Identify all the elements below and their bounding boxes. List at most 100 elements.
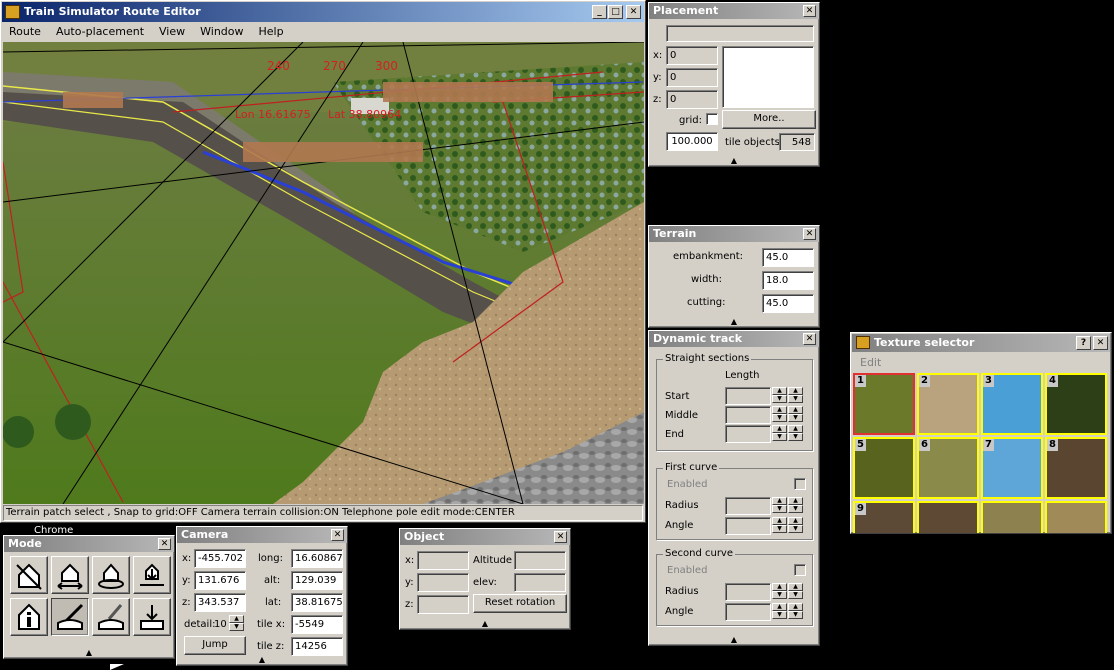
delete-object-button[interactable] [10,556,48,594]
object-title: Object [404,530,445,543]
camera-collapse-arrow[interactable]: ▲ [177,655,347,665]
first-curve-label: First curve [663,462,720,473]
second-curve-radius-spinner[interactable]: ▲ ▼ [772,583,787,600]
route-editor-window: Train Simulator Route Editor _ □ ✕ Route… [0,0,646,523]
terrain-brush-button[interactable] [51,598,89,636]
object-collapse-arrow[interactable]: ▲ [400,619,570,629]
start-spinner-fine[interactable]: ▲ ▼ [788,387,803,404]
texture-selector-title-bar[interactable]: Texture selector ? ✕ [852,334,1110,352]
viewport-3d[interactable]: 240 270 300 Lon 16.61675 Lat 38.80964 [3,42,644,504]
mode-title-bar[interactable]: Mode ✕ [4,536,174,552]
object-close-button[interactable]: ✕ [554,531,567,543]
dynamic-track-title-bar[interactable]: Dynamic track ✕ [649,331,819,347]
placement-title-bar[interactable]: Placement ✕ [649,3,819,19]
placement-collapse-arrow[interactable]: ▲ [649,156,819,166]
rotate-object-button[interactable] [92,556,130,594]
placement-grid-value-input[interactable]: 100.000 [666,132,718,151]
start-spinner[interactable]: ▲ ▼ [772,387,787,404]
reset-rotation-button[interactable]: Reset rotation [473,594,567,613]
texture-tile-9[interactable]: 9 [853,501,915,533]
terrain-collapse-arrow[interactable]: ▲ [649,317,819,327]
placement-name-field [666,25,814,42]
camera-tile-x-input[interactable]: -5549 [291,615,343,634]
first-curve-radius-spinner[interactable]: ▲ ▼ [772,497,787,514]
terrain-title-bar[interactable]: Terrain ✕ [649,226,819,242]
title-bar[interactable]: Train Simulator Route Editor _ □ ✕ [2,2,644,22]
camera-jump-button[interactable]: Jump [184,636,246,655]
menu-view[interactable]: View [159,23,185,41]
terrain-pencil-button[interactable] [92,598,130,636]
embankment-input[interactable]: 45.0 [762,248,814,267]
mode-collapse-arrow[interactable]: ▲ [4,648,174,658]
texture-tile-5[interactable]: 5 [853,437,915,499]
first-curve-radius-spinner-fine[interactable]: ▲ ▼ [788,497,803,514]
camera-title-bar[interactable]: Camera ✕ [177,527,347,543]
placement-close-button[interactable]: ✕ [803,5,816,17]
terrain-close-button[interactable]: ✕ [803,228,816,240]
texture-tile-10[interactable] [917,501,979,533]
terrain-lower-button[interactable] [133,598,171,636]
middle-spinner[interactable]: ▲ ▼ [772,406,787,423]
texture-menu-edit[interactable]: Edit [860,356,881,369]
texture-selector-close-button[interactable]: ✕ [1093,336,1108,350]
camera-detail-spinner[interactable]: ▲ ▼ [229,615,244,632]
second-curve-label: Second curve [663,548,735,559]
placement-z-field: 0 [666,90,718,109]
first-curve-group: First curve Enabled Radius ▲ ▼ ▲ ▼ Angle ▲… [656,462,813,540]
minimize-button[interactable]: _ [592,5,607,19]
placement-grid-checkbox[interactable] [706,113,718,125]
status-text: Terrain patch select , Snap to grid:OFF … [6,507,515,518]
texture-tile-12[interactable] [1045,501,1107,533]
menu-auto-placement[interactable]: Auto-placement [56,23,144,41]
camera-z-input[interactable]: 343.537 [194,593,246,612]
texture-tile-3[interactable]: 3 [981,373,1043,435]
end-length-field [725,425,771,443]
texture-tile-11[interactable] [981,501,1043,533]
object-title-bar[interactable]: Object ✕ [400,529,570,545]
texture-selector-help-button[interactable]: ? [1076,336,1091,350]
second-curve-radius-spinner-fine[interactable]: ▲ ▼ [788,583,803,600]
middle-length-field [725,406,771,424]
end-spinner-fine[interactable]: ▲ ▼ [788,425,803,442]
texture-tile-4[interactable]: 4 [1045,373,1107,435]
width-input[interactable]: 18.0 [762,271,814,290]
mode-close-button[interactable]: ✕ [158,538,171,550]
texture-tile-6[interactable]: 6 [917,437,979,499]
texture-tile-8[interactable]: 8 [1045,437,1107,499]
maximize-button[interactable]: □ [608,5,623,19]
object-z-field [417,595,469,614]
dynamic-track-close-button[interactable]: ✕ [803,333,816,345]
camera-x-input[interactable]: -455.702 [194,549,246,568]
camera-tile-z-input[interactable]: 14256 [291,637,343,656]
second-curve-angle-label: Angle [665,606,694,617]
placement-more-button[interactable]: More.. [722,110,816,129]
dynamic-track-collapse-arrow[interactable]: ▲ [649,635,819,645]
delete-object-icon [16,563,42,590]
info-icon [18,603,40,630]
camera-long-input[interactable]: 16.60867 [291,549,343,568]
camera-close-button[interactable]: ✕ [331,529,344,541]
close-button[interactable]: ✕ [626,5,641,19]
texture-tile-1[interactable]: 1 [853,373,915,435]
first-curve-enabled-checkbox[interactable] [794,478,806,490]
second-curve-angle-spinner[interactable]: ▲ ▼ [772,603,787,620]
first-curve-angle-spinner[interactable]: ▲ ▼ [772,517,787,534]
second-curve-enabled-checkbox[interactable] [794,564,806,576]
cutting-input[interactable]: 45.0 [762,294,814,313]
texture-tile-7[interactable]: 7 [981,437,1043,499]
end-spinner[interactable]: ▲ ▼ [772,425,787,442]
camera-long-label: long: [258,553,283,564]
menu-window[interactable]: Window [200,23,243,41]
camera-alt-input[interactable]: 129.039 [291,571,343,590]
first-curve-angle-spinner-fine[interactable]: ▲ ▼ [788,517,803,534]
menu-help[interactable]: Help [259,23,284,41]
camera-lat-input[interactable]: 38.81675 [291,593,343,612]
menu-route[interactable]: Route [9,23,41,41]
camera-y-input[interactable]: 131.676 [194,571,246,590]
second-curve-angle-spinner-fine[interactable]: ▲ ▼ [788,603,803,620]
texture-tile-2[interactable]: 2 [917,373,979,435]
middle-spinner-fine[interactable]: ▲ ▼ [788,406,803,423]
raise-lower-object-button[interactable] [133,556,171,594]
info-button[interactable] [10,598,48,636]
move-object-button[interactable] [51,556,89,594]
